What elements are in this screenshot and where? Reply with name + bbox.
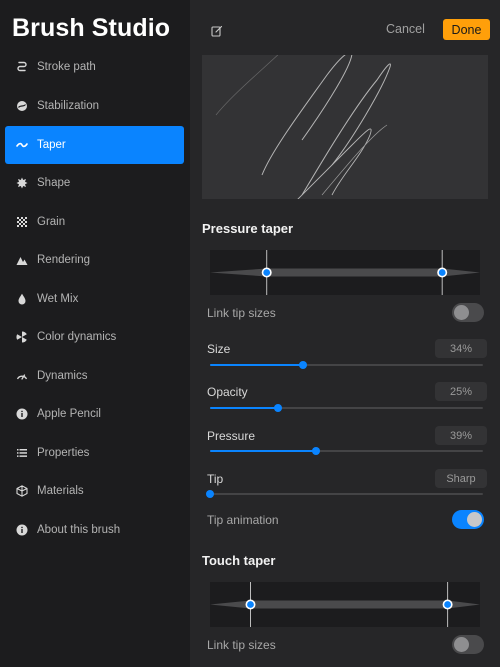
sidebar-item-label: Stabilization (37, 100, 100, 112)
sidebar-item-properties[interactable]: Properties (5, 434, 184, 472)
sidebar-item-label: About this brush (37, 524, 121, 536)
touch-taper-track[interactable] (210, 582, 480, 627)
sidebar-item-label: Wet Mix (37, 293, 79, 305)
sidebar-item-label: Color dynamics (37, 331, 117, 343)
slider-thumb[interactable] (312, 447, 321, 455)
stroke-path-icon (15, 60, 29, 74)
apple-pencil-icon (15, 407, 29, 421)
sidebar-item-label: Stroke path (37, 61, 96, 73)
sidebar-item-taper[interactable]: Taper (5, 126, 184, 164)
toggle-knob (467, 512, 482, 527)
sidebar-item-label: Grain (37, 216, 66, 228)
slider-rail (210, 493, 483, 495)
sidebar-item-apple-pencil[interactable]: Apple Pencil (5, 395, 184, 433)
sidebar-item-label: Taper (37, 139, 66, 151)
touch-taper-title: Touch taper (202, 553, 276, 568)
edit-icon[interactable] (211, 24, 223, 37)
sidebar-item-stroke-path[interactable]: Stroke path (5, 48, 184, 86)
pressure-label: Pressure (207, 429, 256, 443)
link-tip-sizes-toggle[interactable] (452, 303, 484, 322)
done-button[interactable]: Done (443, 19, 490, 40)
link-tip-sizes-label: Link tip sizes (207, 306, 276, 320)
taper-start-handle[interactable] (261, 267, 272, 278)
sidebar-item-label: Materials (37, 485, 84, 497)
pressure-taper-title: Pressure taper (202, 221, 294, 236)
shape-icon (15, 176, 29, 190)
toggle-knob (454, 637, 469, 652)
settings-panel: Cancel Done Pressure taper Link tip size… (190, 0, 500, 667)
touch-link-tip-sizes-label: Link tip sizes (207, 638, 276, 652)
sidebar-item-materials[interactable]: Materials (5, 472, 184, 510)
taper-shape (210, 582, 480, 627)
sidebar-item-color-dynamics[interactable]: Color dynamics (5, 318, 184, 356)
slider-thumb[interactable] (206, 490, 214, 498)
size-label: Size (207, 342, 231, 356)
sidebar-item-label: Dynamics (37, 370, 88, 382)
toggle-knob (454, 305, 469, 320)
taper-end-handle[interactable] (442, 599, 453, 610)
tip-value[interactable]: Sharp (435, 469, 487, 488)
taper-start-handle[interactable] (245, 599, 256, 610)
sidebar-item-label: Rendering (37, 254, 91, 266)
slider-fill (210, 407, 279, 409)
properties-icon (15, 446, 29, 460)
sidebar-item-rendering[interactable]: Rendering (5, 241, 184, 279)
sidebar-item-shape[interactable]: Shape (5, 164, 184, 202)
grain-icon (15, 215, 29, 229)
tip-slider[interactable] (206, 489, 483, 499)
rendering-icon (15, 253, 29, 267)
brush-preview-canvas[interactable] (202, 55, 488, 199)
color-dynamics-icon (15, 330, 29, 344)
brush-preview-stroke (215, 55, 391, 199)
tip-label: Tip (207, 472, 224, 486)
taper-shape (210, 250, 480, 295)
sidebar-item-about-this-brush[interactable]: About this brush (5, 511, 184, 549)
tip-animation-label: Tip animation (207, 513, 279, 527)
cancel-button[interactable]: Cancel (386, 22, 425, 36)
app-title: Brush Studio (12, 14, 171, 42)
stabilization-icon (15, 99, 29, 113)
slider-thumb[interactable] (274, 404, 283, 412)
opacity-slider[interactable] (210, 403, 483, 413)
opacity-value[interactable]: 25% (435, 382, 487, 401)
sidebar-item-dynamics[interactable]: Dynamics (5, 357, 184, 395)
pressure-value[interactable]: 39% (435, 426, 487, 445)
taper-icon (15, 138, 29, 152)
sidebar: Brush Studio Stroke path Stabilization Tap… (0, 0, 190, 667)
sidebar-item-label: Apple Pencil (37, 408, 101, 420)
pressure-taper-track[interactable] (210, 250, 480, 295)
opacity-label: Opacity (207, 385, 248, 399)
slider-fill (210, 450, 317, 452)
sidebar-item-label: Shape (37, 177, 71, 189)
size-slider[interactable] (210, 360, 483, 370)
sidebar-item-wet-mix[interactable]: Wet Mix (5, 280, 184, 318)
dynamics-icon (15, 369, 29, 383)
wet-mix-icon (15, 292, 29, 306)
pressure-slider[interactable] (210, 446, 483, 456)
sidebar-item-grain[interactable]: Grain (5, 203, 184, 241)
about-icon (15, 523, 29, 537)
size-value[interactable]: 34% (435, 339, 487, 358)
touch-link-tip-sizes-toggle[interactable] (452, 635, 484, 654)
taper-end-handle[interactable] (437, 267, 448, 278)
slider-fill (210, 364, 303, 366)
slider-thumb[interactable] (298, 361, 307, 369)
sidebar-item-stabilization[interactable]: Stabilization (5, 87, 184, 125)
sidebar-item-label: Properties (37, 447, 90, 459)
tip-animation-toggle[interactable] (452, 510, 484, 529)
materials-icon (15, 484, 29, 498)
